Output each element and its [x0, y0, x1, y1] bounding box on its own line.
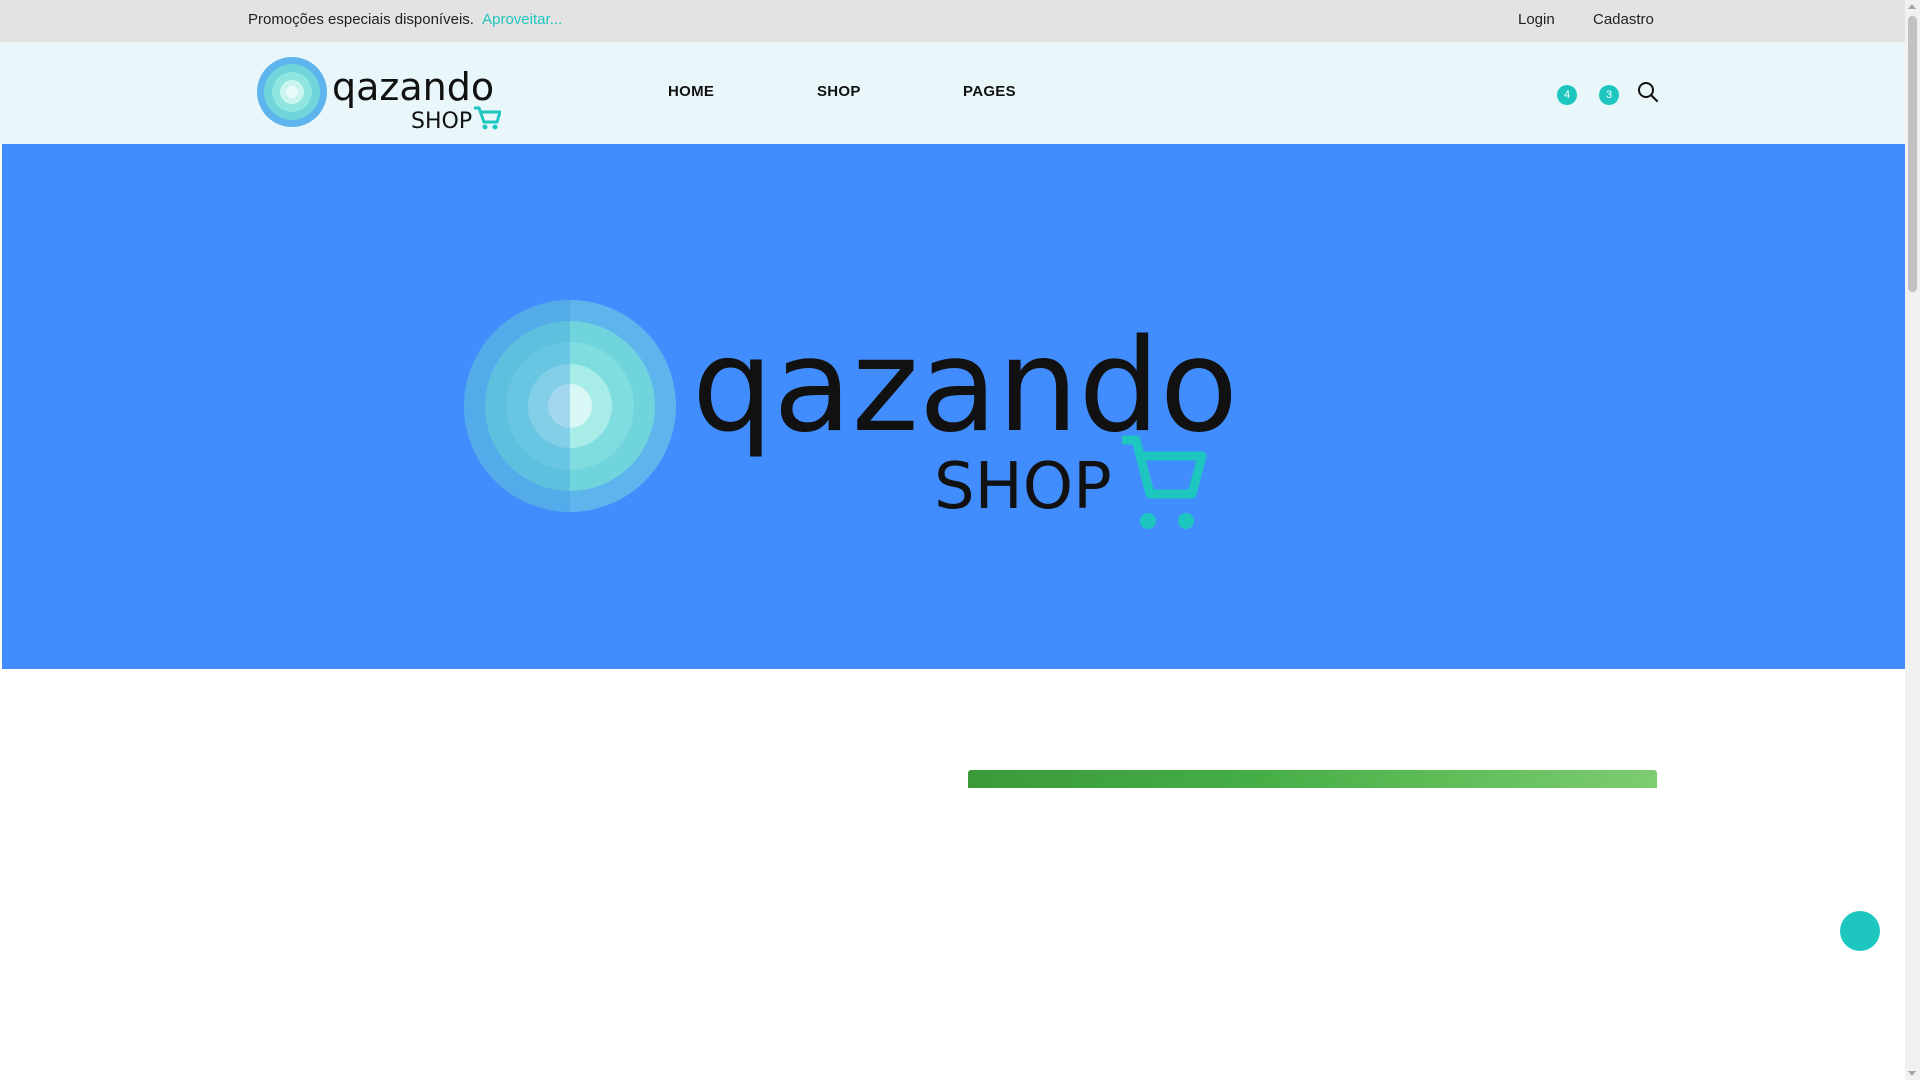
logo-cart-icon [474, 106, 503, 124]
logo-graphic: qazando SHOP [257, 57, 503, 134]
hero-logo: qazando SHOP [462, 294, 1238, 544]
cart-icon[interactable]: 3 [1593, 78, 1619, 108]
promo-bar: Promoções especiais disponíveis. Aprovei… [0, 0, 1905, 42]
cart-count-badge: 3 [1599, 85, 1619, 105]
scroll-down-arrow-icon[interactable] [1908, 1071, 1916, 1076]
wishlist-icon[interactable]: 4 [1551, 78, 1577, 108]
hero-shop-text: SHOP [934, 450, 1112, 524]
scroll-up-arrow-icon[interactable] [1908, 4, 1916, 9]
page: Promoções especiais disponíveis. Aprovei… [0, 0, 1920, 1080]
scroll-thumb[interactable] [1908, 16, 1917, 292]
register-link[interactable]: Cadastro [1593, 11, 1654, 28]
page-scrollbar[interactable] [1905, 0, 1920, 1080]
hero-wordmark: qazando [692, 312, 1232, 461]
promo-text: Promoções especiais disponíveis. [248, 11, 474, 28]
login-link[interactable]: Login [1518, 11, 1555, 28]
logo-wordmark: qazando [332, 65, 494, 109]
logo-shop-text: SHOP [411, 109, 472, 132]
promo-link[interactable]: Aproveitar... [482, 11, 562, 28]
product-image[interactable] [968, 770, 1657, 790]
promo-message: Promoções especiais disponíveis. Aprovei… [248, 11, 562, 28]
header-logo[interactable]: qazando SHOP [256, 56, 503, 134]
hero-logo-graphic: qazando SHOP [464, 300, 1238, 529]
back-to-top-button[interactable] [1840, 911, 1880, 951]
nav-shop[interactable]: SHOP [817, 83, 861, 100]
wishlist-count-badge: 4 [1557, 85, 1577, 105]
site-header: qazando SHOP HOME SHOP PAGES 4 3 [0, 42, 1905, 144]
search-icon[interactable] [1636, 80, 1660, 104]
hero-banner: qazando SHOP [2, 144, 1905, 669]
nav-pages[interactable]: PAGES [963, 83, 1016, 100]
nav-home[interactable]: HOME [668, 83, 714, 100]
